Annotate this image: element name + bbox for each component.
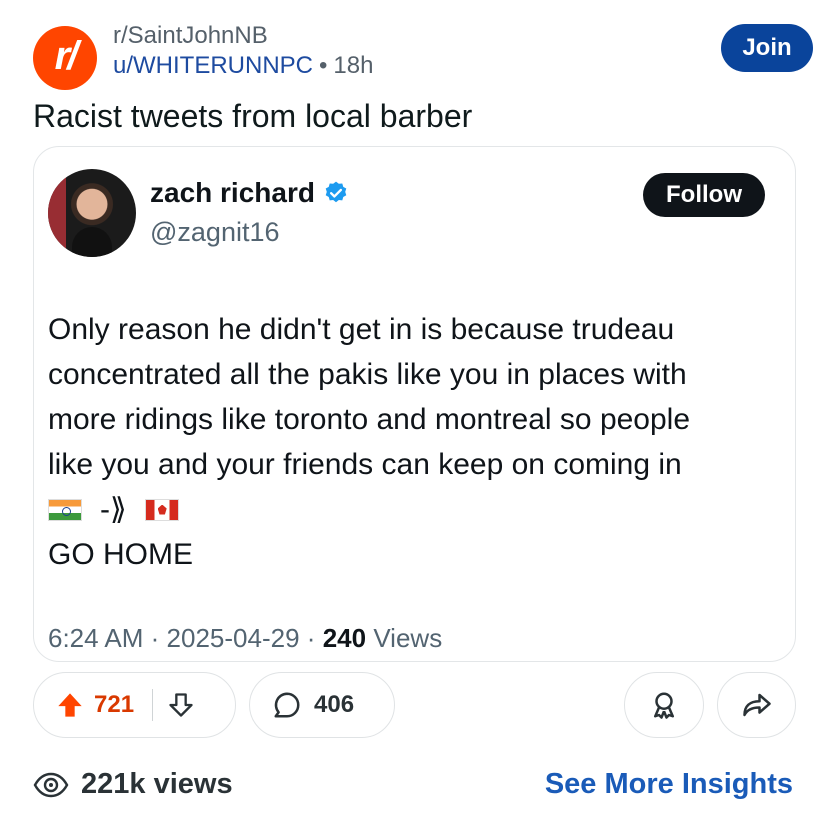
post-meta: u/WHITERUNNPC • 18h [113, 52, 373, 80]
tweet-views-count: 240 [322, 623, 367, 653]
tweet-meta: 6:24 AM · 2025-04-29 · 240 Views [48, 623, 442, 654]
post-age: 18h [333, 52, 374, 79]
comment-icon [274, 692, 300, 718]
award-button[interactable] [624, 672, 704, 738]
action-bar: 721 406 [33, 672, 796, 738]
comment-count: 406 [314, 691, 355, 718]
arrow-text: -⟫ [100, 493, 127, 526]
meta-separator: · [150, 623, 160, 653]
embedded-tweet[interactable]: zach richard @zagnit16 Follow Only reaso… [33, 146, 796, 662]
vote-divider [152, 689, 154, 721]
subreddit-name[interactable]: r/SaintJohnNB [113, 22, 268, 50]
meta-separator: • [319, 52, 328, 79]
post-header: r/ r/SaintJohnNB u/WHITERUNNPC • 18h Join [33, 18, 813, 90]
tweet-author-name: zach richard [150, 177, 315, 208]
join-button[interactable]: Join [721, 24, 813, 72]
subreddit-icon[interactable]: r/ [33, 26, 97, 90]
tweet-avatar[interactable] [48, 169, 136, 257]
vote-control: 721 [33, 672, 236, 738]
eye-icon [33, 772, 69, 798]
canada-flag-icon [144, 498, 179, 521]
share-button[interactable] [717, 672, 796, 738]
tweet-line: Only reason he didn't get in is because … [48, 313, 675, 346]
tweet-flag-line: -⟫ [48, 487, 778, 532]
tweet-body: Only reason he didn't get in is because … [48, 307, 778, 577]
vote-count: 721 [94, 691, 135, 718]
verified-badge-icon [325, 181, 347, 203]
author-link[interactable]: u/WHITERUNNPC [113, 52, 313, 79]
post-title[interactable]: Racist tweets from local barber [33, 98, 472, 135]
comments-button[interactable]: 406 [249, 672, 395, 738]
award-icon [654, 692, 674, 719]
tweet-line: more ridings like toronto and montreal s… [48, 403, 691, 436]
tweet-line: concentrated all the pakis like you in p… [48, 358, 687, 391]
tweet-handle[interactable]: @zagnit16 [150, 217, 280, 248]
post-stats: 221k views See More Insights [33, 766, 793, 806]
tweet-line: like you and your friends can keep on co… [48, 448, 682, 481]
share-icon [742, 693, 771, 717]
tweet-time: 6:24 AM [48, 623, 144, 653]
tweet-views-label: Views [373, 623, 443, 653]
india-flag-icon [48, 498, 82, 521]
tweet-line: GO HOME [48, 538, 194, 571]
follow-button[interactable]: Follow [643, 173, 765, 217]
meta-separator: · [306, 623, 316, 653]
views-count: 221k views [81, 768, 233, 800]
tweet-date: 2025-04-29 [166, 623, 300, 653]
see-more-insights-link[interactable]: See More Insights [545, 768, 793, 801]
tweet-author[interactable]: zach richard [150, 177, 349, 209]
downvote-icon[interactable] [167, 691, 195, 719]
upvote-icon[interactable] [56, 691, 84, 719]
